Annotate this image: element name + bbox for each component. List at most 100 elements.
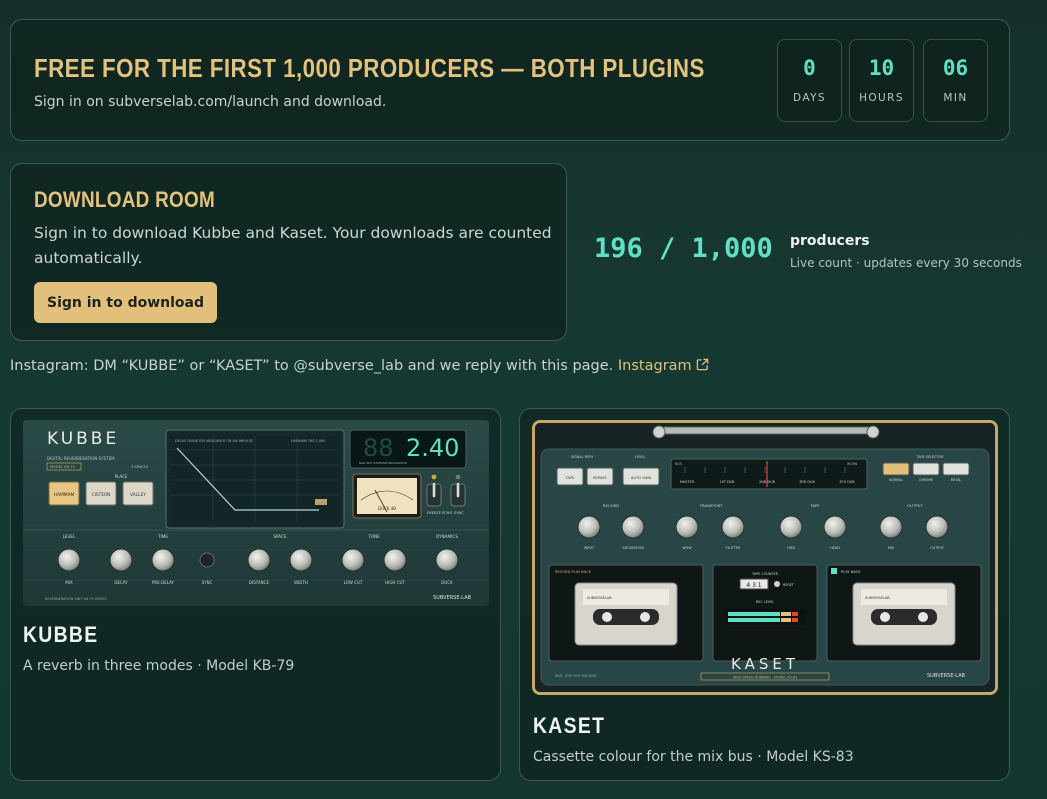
countdown-hours-value: 10: [868, 56, 895, 80]
kaset-knob-output: OUTPUT: [930, 546, 945, 550]
producer-count-sublabel: Live count · updates every 30 seconds: [790, 256, 1022, 270]
launch-banner: FREE FOR THE FIRST 1,000 PRODUCERS — BOT…: [10, 19, 1010, 141]
countdown-days-label: DAYS: [793, 92, 826, 104]
kaset-group-transport: TRANSPORT: [699, 503, 723, 508]
countdown-days: 0 DAYS: [777, 39, 842, 122]
kubbe-display-caption-2: HAMMAM T60 2.40S: [291, 439, 325, 443]
kubbe-knob-width: WIDTH: [294, 580, 308, 585]
kaset-logo: KASET: [731, 655, 799, 673]
kubbe-place-label: PLACE: [115, 474, 128, 479]
kaset-plugin-ui: SIGNAL PATH LEVEL TAPE BYPASS AUTO GAIN …: [535, 423, 995, 692]
kaset-dial-end-worn: WORN: [847, 462, 858, 466]
kaset-title: KASET: [533, 713, 606, 738]
kubbe-knob-duck: DUCK: [441, 580, 453, 585]
kaset-level-label: LEVEL: [635, 455, 645, 459]
kubbe-lcd-ghost: 88: [363, 434, 394, 462]
kaset-cassette-left-label: SUBVERSELAB: [587, 596, 612, 600]
kaset-group-output: OUTPUT: [907, 503, 923, 508]
kaset-knob-hiss: HISS: [787, 546, 795, 550]
kaset-dial-3rd: 3RD DUB: [799, 480, 815, 484]
kaset-brand: SUBVERSE-LAB: [927, 673, 966, 679]
kaset-deck-left-label: RECORD PLAY BACK: [555, 570, 592, 574]
kubbe-display-caption: DECAY DURATION MEASURED ON AN IMPULSE: [175, 439, 253, 443]
kubbe-switch-echo: ECHO: [442, 511, 452, 515]
kubbe-mode-valley: VALLEY: [130, 492, 146, 498]
kaset-knob-input: INPUT: [584, 546, 595, 550]
kaset-btn-bypass: BYPASS: [593, 476, 607, 480]
instagram-note: Instagram: DM “KUBBE” or “KASET” to @sub…: [10, 358, 709, 374]
kaset-footer-left: REAL TIME TAPE MACHINE: [555, 674, 597, 678]
instagram-text: Instagram: DM “KUBBE” or “KASET” to @sub…: [10, 358, 614, 374]
external-link-icon: [696, 358, 708, 371]
instagram-link[interactable]: Instagram: [618, 358, 709, 374]
kubbe-group-time: TIME: [157, 534, 168, 539]
kubbe-knob-mix: MIX: [65, 580, 73, 585]
kaset-knob-mix: MIX: [888, 546, 895, 550]
kubbe-group-level: LEVEL: [63, 534, 76, 539]
kaset-tape-counter: 4 3 1: [746, 582, 761, 589]
countdown-minutes: 06 MIN: [923, 39, 988, 122]
kubbe-system-subtitle: DIGITAL REVERBERATION SYSTEM: [47, 456, 115, 461]
kaset-group-tape: TAPE: [809, 503, 820, 508]
kubbe-switch-sync: SYNC: [454, 511, 464, 515]
kubbe-group-dynamics: DYNAMICS: [436, 534, 458, 539]
kaset-tape-selector: TAPE SELECTOR: [915, 455, 944, 459]
kubbe-model-badge: MODEL KB-79: [50, 465, 76, 469]
kubbe-mode-cistern: CISTERN: [92, 492, 111, 498]
kubbe-group-space: SPACE: [273, 534, 287, 539]
kubbe-switch-freeze: FREEZE: [427, 511, 442, 515]
kaset-btn-tape: TAPE: [565, 476, 576, 480]
kaset-reset-label: RESET: [783, 583, 795, 587]
kaset-tape-counter-label: TAPE COUNTER: [751, 572, 779, 576]
kubbe-brand: SUBVERSE-LAB: [433, 595, 472, 601]
kaset-deck-right-label: PLAY BACK: [841, 570, 861, 574]
kubbe-lcd-readout: 2.40: [406, 434, 459, 462]
kaset-knob-saturation: SATURATION: [622, 546, 644, 550]
kaset-rec-level-label: REC LEVEL: [756, 600, 774, 604]
kaset-knob-wow: WOW: [682, 546, 692, 550]
kaset-tape-chrome: CHROME: [919, 478, 933, 482]
banner-subtitle: Sign in on subverselab.com/launch and do…: [34, 94, 387, 110]
kubbe-knob-highcut: HIGH CUT: [385, 580, 405, 585]
kaset-dial-2nd: 2ND DUB: [759, 480, 775, 484]
countdown-minutes-value: 06: [942, 56, 969, 80]
kubbe-mode-hammam: HAMMAM: [54, 492, 75, 498]
kubbe-title: KUBBE: [23, 622, 99, 647]
kubbe-knob-sync: SYNC: [202, 580, 213, 585]
kaset-dial-end-nos: NOS: [675, 462, 682, 466]
countdown-minutes-label: MIN: [943, 92, 968, 104]
kaset-signal-path: SIGNAL PATH: [571, 455, 594, 459]
download-room-card: DOWNLOAD ROOM Sign in to download Kubbe …: [10, 163, 567, 341]
kaset-dial-1st: 1ST DUB: [720, 480, 736, 484]
kubbe-plugin-ui: KUBBE DIGITAL REVERBERATION SYSTEM MODEL…: [23, 420, 489, 606]
kaset-description: Cassette colour for the mix bus · Model …: [533, 749, 854, 765]
kubbe-lcd-sub: RAD SEC HAMMAM RESONATOR: [359, 461, 407, 465]
kubbe-knob-distance: DISTANCE: [249, 580, 269, 585]
kubbe-knob-row: [57, 548, 459, 572]
kaset-rec-level-meter: [725, 609, 805, 625]
kubbe-plugin-screenshot: KUBBE DIGITAL REVERBERATION SYSTEM MODEL…: [23, 420, 489, 606]
kubbe-footer-left: REVERBERATION UNIT KB-79 SERIES: [45, 597, 107, 601]
download-room-description: Sign in to download Kubbe and Kaset. You…: [34, 224, 552, 267]
kaset-btn-autogain: AUTO GAIN: [631, 476, 652, 480]
producer-count: 196 / 1,000: [594, 233, 773, 264]
kubbe-logo: KUBBE: [47, 429, 119, 449]
product-card-kubbe[interactable]: KUBBE DIGITAL REVERBERATION SYSTEM MODEL…: [10, 408, 501, 781]
product-card-kaset[interactable]: SIGNAL PATH LEVEL TAPE BYPASS AUTO GAIN …: [519, 408, 1010, 781]
kubbe-spaces-label: 3 SPACES: [131, 465, 149, 469]
kubbe-description: A reverb in three modes · Model KB-79: [23, 658, 295, 674]
countdown-hours-label: HOURS: [859, 92, 904, 104]
kaset-knob-head: HEAD: [830, 546, 840, 550]
kaset-tape-metal: METAL: [951, 478, 962, 482]
kaset-knob-flutter: FLUTTER: [726, 546, 741, 550]
kaset-group-record: RECORD: [603, 503, 619, 508]
kubbe-knob-predelay: PRE-DELAY: [152, 580, 175, 585]
countdown-hours: 10 HOURS: [849, 39, 914, 122]
countdown-days-value: 0: [803, 56, 816, 80]
kaset-plugin-screenshot: SIGNAL PATH LEVEL TAPE BYPASS AUTO GAIN …: [532, 420, 998, 695]
kaset-dial-master: MASTER: [680, 480, 695, 484]
instagram-link-label: Instagram: [617, 358, 692, 374]
sign-in-download-button[interactable]: Sign in to download: [34, 282, 217, 323]
kubbe-meter-label: DUCK dB: [378, 506, 396, 511]
kubbe-knob-lowcut: LOW CUT: [344, 580, 363, 585]
